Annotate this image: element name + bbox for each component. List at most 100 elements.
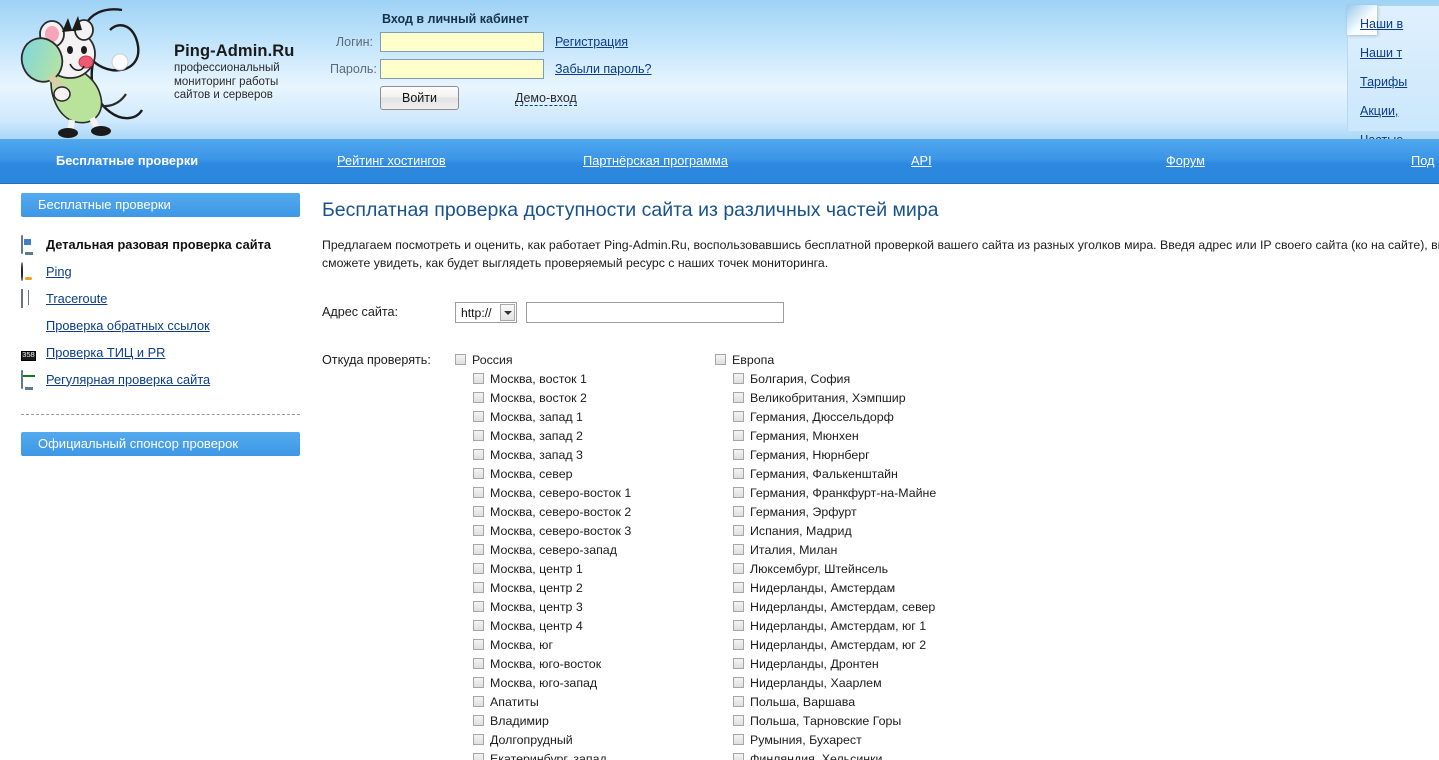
monitoring-point-checkbox[interactable] bbox=[473, 525, 484, 536]
monitoring-point-checkbox[interactable] bbox=[473, 696, 484, 707]
monitoring-point-checkbox[interactable] bbox=[733, 487, 744, 498]
monitoring-point-row[interactable]: Владимир bbox=[455, 711, 715, 730]
sidebar-item-detailed-check[interactable]: Детальная разовая проверка сайта bbox=[21, 231, 318, 257]
monitoring-point-checkbox[interactable] bbox=[733, 563, 744, 574]
region-group-europe[interactable]: Европа bbox=[715, 350, 975, 369]
logo-block[interactable]: Ping-Admin.Ru профессиональный мониторин… bbox=[14, 2, 314, 138]
monitoring-point-checkbox[interactable] bbox=[733, 753, 744, 760]
monitoring-point-row[interactable]: Москва, юг bbox=[455, 635, 715, 654]
monitoring-point-checkbox[interactable] bbox=[473, 449, 484, 460]
monitoring-point-checkbox[interactable] bbox=[733, 639, 744, 650]
monitoring-point-checkbox[interactable] bbox=[473, 563, 484, 574]
monitoring-point-checkbox[interactable] bbox=[733, 525, 744, 536]
monitoring-point-row[interactable]: Германия, Фалькенштайн bbox=[715, 464, 975, 483]
monitoring-point-checkbox[interactable] bbox=[473, 658, 484, 669]
chevron-down-icon[interactable] bbox=[500, 304, 515, 321]
monitoring-point-checkbox[interactable] bbox=[733, 658, 744, 669]
monitoring-point-row[interactable]: Москва, запад 3 bbox=[455, 445, 715, 464]
site-url-input[interactable] bbox=[526, 302, 784, 323]
monitoring-point-checkbox[interactable] bbox=[473, 620, 484, 631]
monitoring-point-row[interactable]: Польша, Тарновские Горы bbox=[715, 711, 975, 730]
monitoring-point-checkbox[interactable] bbox=[733, 430, 744, 441]
monitoring-point-row[interactable]: Испания, Мадрид bbox=[715, 521, 975, 540]
nav-item-hosting-rating[interactable]: Рейтинг хостингов bbox=[337, 153, 446, 168]
monitoring-point-checkbox[interactable] bbox=[473, 734, 484, 745]
monitoring-point-checkbox[interactable] bbox=[733, 582, 744, 593]
forgot-password-link[interactable]: Забыли пароль? bbox=[555, 62, 652, 76]
monitoring-point-row[interactable]: Москва, северо-восток 1 bbox=[455, 483, 715, 502]
monitoring-point-checkbox[interactable] bbox=[473, 506, 484, 517]
monitoring-point-row[interactable]: Германия, Франкфурт-на-Майне bbox=[715, 483, 975, 502]
monitoring-point-row[interactable]: Москва, юго-восток bbox=[455, 654, 715, 673]
sidebar-item-backlinks-check[interactable]: Проверка обратных ссылок bbox=[21, 312, 318, 338]
monitoring-point-row[interactable]: Германия, Эрфурт bbox=[715, 502, 975, 521]
monitoring-point-checkbox[interactable] bbox=[473, 392, 484, 403]
monitoring-point-row[interactable]: Москва, северо-восток 3 bbox=[455, 521, 715, 540]
demo-login-link[interactable]: Демо-вход bbox=[515, 91, 577, 106]
nav-item-partner-program[interactable]: Партнёрская программа bbox=[583, 153, 728, 168]
nav-item-support[interactable]: Под bbox=[1411, 153, 1435, 168]
monitoring-point-checkbox[interactable] bbox=[733, 544, 744, 555]
sidebar-item-tic-pr-check[interactable]: 358 Проверка ТИЦ и PR bbox=[21, 339, 318, 365]
monitoring-point-row[interactable]: Москва, восток 2 bbox=[455, 388, 715, 407]
monitoring-point-checkbox[interactable] bbox=[733, 392, 744, 403]
monitoring-point-row[interactable]: Италия, Милан bbox=[715, 540, 975, 559]
monitoring-point-row[interactable]: Болгария, София bbox=[715, 369, 975, 388]
monitoring-point-row[interactable]: Москва, восток 1 bbox=[455, 369, 715, 388]
login-submit-button[interactable]: Войти bbox=[380, 86, 459, 110]
monitoring-point-row[interactable]: Москва, юго-запад bbox=[455, 673, 715, 692]
region-group-russia[interactable]: Россия bbox=[455, 350, 715, 369]
corner-link-2[interactable]: Тарифы bbox=[1360, 75, 1407, 89]
monitoring-point-row[interactable]: Румыния, Бухарест bbox=[715, 730, 975, 749]
monitoring-point-row[interactable]: Екатеринбург, запад bbox=[455, 749, 715, 760]
monitoring-point-row[interactable]: Великобритания, Хэмпшир bbox=[715, 388, 975, 407]
monitoring-point-row[interactable]: Долгопрудный bbox=[455, 730, 715, 749]
monitoring-point-row[interactable]: Москва, центр 2 bbox=[455, 578, 715, 597]
sidebar-item-label[interactable]: Проверка обратных ссылок bbox=[46, 318, 210, 333]
sidebar-item-label[interactable]: Регулярная проверка сайта bbox=[46, 372, 210, 387]
sidebar-item-label[interactable]: Traceroute bbox=[46, 291, 107, 306]
monitoring-point-checkbox[interactable] bbox=[733, 677, 744, 688]
monitoring-point-row[interactable]: Москва, северо-запад bbox=[455, 540, 715, 559]
login-input[interactable] bbox=[380, 32, 544, 52]
sidebar-item-ping[interactable]: Ping bbox=[21, 258, 318, 284]
monitoring-point-row[interactable]: Германия, Нюрнберг bbox=[715, 445, 975, 464]
monitoring-point-row[interactable]: Нидерланды, Амстердам, юг 1 bbox=[715, 616, 975, 635]
protocol-select[interactable]: http:// bbox=[455, 302, 517, 323]
sidebar-item-label[interactable]: Ping bbox=[46, 264, 72, 279]
monitoring-point-checkbox[interactable] bbox=[733, 449, 744, 460]
monitoring-point-checkbox[interactable] bbox=[473, 582, 484, 593]
monitoring-point-row[interactable]: Москва, север bbox=[455, 464, 715, 483]
sidebar-item-regular-check[interactable]: Регулярная проверка сайта bbox=[21, 366, 318, 392]
monitoring-point-row[interactable]: Финляндия, Хельсинки bbox=[715, 749, 975, 760]
sidebar-item-label[interactable]: Проверка ТИЦ и PR bbox=[46, 345, 165, 360]
monitoring-point-row[interactable]: Москва, северо-восток 2 bbox=[455, 502, 715, 521]
nav-item-api[interactable]: API bbox=[911, 153, 932, 168]
corner-link-3[interactable]: Акции, bbox=[1360, 104, 1407, 118]
corner-link-1[interactable]: Наши т bbox=[1360, 46, 1407, 60]
monitoring-point-checkbox[interactable] bbox=[473, 487, 484, 498]
nav-item-free-checks[interactable]: Бесплатные проверки bbox=[56, 153, 198, 168]
monitoring-point-row[interactable]: Нидерланды, Амстердам, юг 2 bbox=[715, 635, 975, 654]
corner-link-4[interactable]: Частые bbox=[1360, 133, 1407, 140]
monitoring-point-row[interactable]: Люксембург, Штейнсель bbox=[715, 559, 975, 578]
monitoring-point-row[interactable]: Германия, Дюссельдорф bbox=[715, 407, 975, 426]
monitoring-point-checkbox[interactable] bbox=[733, 506, 744, 517]
monitoring-point-row[interactable]: Германия, Мюнхен bbox=[715, 426, 975, 445]
monitoring-point-row[interactable]: Нидерланды, Дронтен bbox=[715, 654, 975, 673]
monitoring-point-checkbox[interactable] bbox=[733, 620, 744, 631]
monitoring-point-checkbox[interactable] bbox=[473, 639, 484, 650]
monitoring-point-checkbox[interactable] bbox=[473, 373, 484, 384]
monitoring-point-checkbox[interactable] bbox=[733, 468, 744, 479]
monitoring-point-row[interactable]: Москва, центр 1 bbox=[455, 559, 715, 578]
monitoring-point-checkbox[interactable] bbox=[473, 753, 484, 760]
monitoring-point-row[interactable]: Нидерланды, Хаарлем bbox=[715, 673, 975, 692]
monitoring-point-checkbox[interactable] bbox=[473, 468, 484, 479]
monitoring-point-checkbox[interactable] bbox=[733, 734, 744, 745]
monitoring-point-row[interactable]: Нидерланды, Амстердам bbox=[715, 578, 975, 597]
monitoring-point-checkbox[interactable] bbox=[473, 411, 484, 422]
nav-item-forum[interactable]: Форум bbox=[1166, 153, 1205, 168]
register-link[interactable]: Регистрация bbox=[555, 35, 628, 49]
monitoring-point-checkbox[interactable] bbox=[473, 430, 484, 441]
monitoring-point-checkbox[interactable] bbox=[473, 601, 484, 612]
